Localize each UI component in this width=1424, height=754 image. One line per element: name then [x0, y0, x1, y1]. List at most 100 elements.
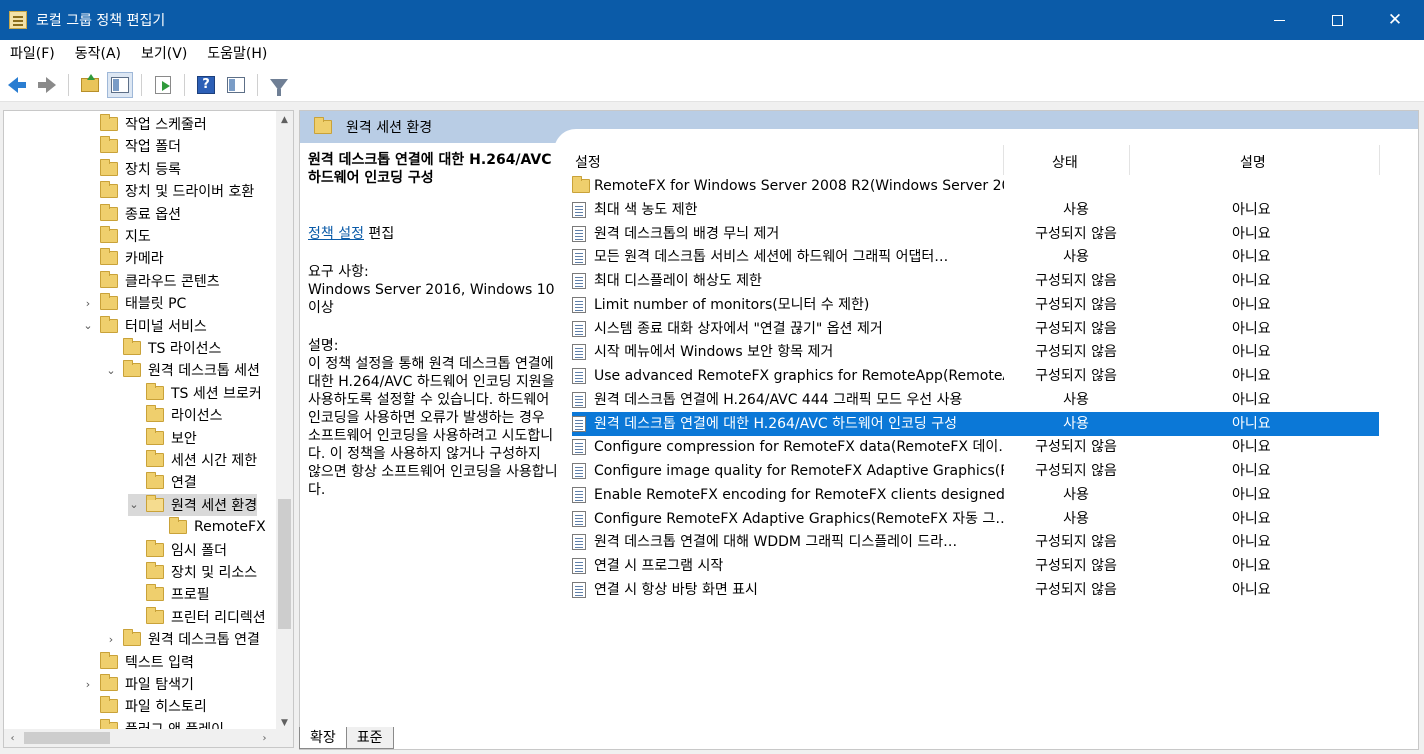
- tree-item[interactable]: 장치 등록: [82, 158, 181, 180]
- collapse-chevron-icon[interactable]: ⌄: [105, 364, 117, 377]
- setting-state: 구성되지 않음: [1035, 368, 1117, 384]
- setting-row[interactable]: 연결 시 프로그램 시작 구성되지 않음 아니요: [572, 554, 1379, 578]
- tree-item[interactable]: 작업 폴더: [82, 135, 181, 157]
- tree-item[interactable]: 프린터 리디렉션: [128, 606, 266, 628]
- tree-vertical-scrollbar[interactable]: ▲ ▼: [276, 111, 293, 731]
- menu-help[interactable]: 도움말(H): [197, 40, 277, 68]
- tree-horizontal-scrollbar[interactable]: ‹ ›: [4, 729, 293, 747]
- show-hide-tree-button[interactable]: [107, 71, 133, 98]
- setting-row[interactable]: 시작 메뉴에서 Windows 보안 항목 제거 구성되지 않음 아니요: [572, 340, 1379, 364]
- setting-row[interactable]: 모든 원격 데스크톱 서비스 세션에 하드웨어 그래픽 어댑터… 사용 아니요: [572, 245, 1379, 269]
- edit-policy-link[interactable]: 정책 설정: [308, 226, 364, 242]
- menu-action[interactable]: 동작(A): [65, 40, 131, 68]
- tree-item[interactable]: 종료 옵션: [82, 203, 181, 225]
- expand-chevron-icon[interactable]: ›: [82, 297, 94, 310]
- column-divider[interactable]: [1379, 145, 1380, 175]
- menu-view[interactable]: 보기(V): [131, 40, 197, 68]
- setting-row[interactable]: 연결 시 항상 바탕 화면 표시 구성되지 않음 아니요: [572, 578, 1379, 602]
- folder-icon: [146, 405, 164, 423]
- setting-name: Configure image quality for RemoteFX Ada…: [594, 463, 1004, 479]
- tree-item[interactable]: 보안: [128, 427, 197, 449]
- expand-chevron-icon[interactable]: ›: [82, 678, 94, 691]
- setting-row[interactable]: 시스템 종료 대화 상자에서 "연결 끊기" 옵션 제거 구성되지 않음 아니요: [572, 317, 1379, 341]
- setting-row[interactable]: Configure RemoteFX Adaptive Graphics(Rem…: [572, 507, 1379, 531]
- collapse-chevron-icon[interactable]: ⌄: [82, 319, 94, 332]
- tree-item[interactable]: 장치 및 리소스: [128, 561, 257, 583]
- forward-button[interactable]: [34, 72, 60, 98]
- tree-item-label: 파일 탐색기: [125, 677, 194, 693]
- setting-name: RemoteFX for Windows Server 2008 R2(Wind…: [594, 178, 1004, 194]
- setting-row[interactable]: 원격 데스크톱의 배경 무늬 제거 구성되지 않음 아니요: [572, 222, 1379, 246]
- expand-chevron-icon[interactable]: ›: [105, 633, 117, 646]
- tree-item[interactable]: ⌄ 터미널 서비스: [82, 315, 207, 337]
- minimize-button[interactable]: [1250, 0, 1308, 40]
- tree-item[interactable]: 텍스트 입력: [82, 651, 194, 673]
- tree-item[interactable]: ⌄ 원격 데스크톱 세션: [105, 359, 260, 381]
- scroll-left-icon[interactable]: ‹: [4, 729, 21, 747]
- tab-extended[interactable]: 확장: [299, 727, 347, 749]
- tree-item[interactable]: 프로필: [128, 583, 210, 605]
- tree-item[interactable]: › 파일 탐색기: [82, 673, 194, 695]
- tree-item[interactable]: 세션 시간 제한: [128, 449, 257, 471]
- setting-row[interactable]: Use advanced RemoteFX graphics for Remot…: [572, 364, 1379, 388]
- column-divider[interactable]: [1003, 145, 1004, 175]
- tree-item[interactable]: 연결: [128, 471, 197, 493]
- setting-row[interactable]: Configure image quality for RemoteFX Ada…: [572, 459, 1379, 483]
- scroll-up-icon[interactable]: ▲: [276, 111, 293, 128]
- tree-item[interactable]: 작업 스케줄러: [82, 113, 207, 135]
- folder-icon: [100, 248, 118, 266]
- tree-item[interactable]: 카메라: [82, 247, 164, 269]
- menu-file[interactable]: 파일(F): [0, 40, 65, 68]
- tree-item[interactable]: ⌄ 원격 세션 환경: [128, 493, 258, 516]
- folder-up-icon: [81, 73, 99, 92]
- tree-item[interactable]: 임시 폴더: [128, 539, 227, 561]
- tree-item[interactable]: TS 라이선스: [105, 337, 221, 359]
- collapse-chevron-icon[interactable]: ⌄: [128, 498, 140, 511]
- scroll-right-icon[interactable]: ›: [256, 729, 273, 747]
- close-button[interactable]: ✕: [1366, 0, 1424, 40]
- toolbar-separator: [141, 73, 142, 96]
- setting-row[interactable]: 원격 데스크톱 연결에 대한 H.264/AVC 하드웨어 인코딩 구성 사용 아니…: [572, 411, 1379, 436]
- tree-item-label: 작업 폴더: [125, 139, 181, 156]
- column-divider[interactable]: [1129, 145, 1130, 175]
- tree-item-label: 프린터 리디렉션: [171, 609, 266, 626]
- tree-item[interactable]: RemoteFX: [151, 516, 266, 538]
- tree-item[interactable]: 지도: [82, 225, 151, 247]
- setting-row[interactable]: Enable RemoteFX encoding for RemoteFX cl…: [572, 483, 1379, 507]
- tab-standard[interactable]: 표준: [345, 727, 394, 749]
- tree-item-label: 카메라: [125, 251, 164, 268]
- tree-item[interactable]: 파일 히스토리: [82, 695, 207, 717]
- setting-row[interactable]: RemoteFX for Windows Server 2008 R2(Wind…: [572, 174, 1379, 198]
- setting-row[interactable]: Configure compression for RemoteFX data(…: [572, 435, 1379, 459]
- column-header-name[interactable]: 설정: [575, 147, 601, 177]
- tree-item[interactable]: › 태블릿 PC: [82, 292, 186, 314]
- column-header-state[interactable]: 상태: [1052, 147, 1078, 177]
- setting-row[interactable]: 최대 색 농도 제한 사용 아니요: [572, 198, 1379, 222]
- setting-row[interactable]: 원격 데스크톱 연결에 H.264/AVC 444 그래픽 모드 우선 사용 사용…: [572, 388, 1379, 412]
- policy-setting-icon: [572, 225, 586, 242]
- tree-item[interactable]: 장치 및 드라이버 호환: [82, 180, 254, 202]
- maximize-button[interactable]: [1308, 0, 1366, 40]
- tree-item-label: 원격 데스크톱 세션: [148, 363, 260, 380]
- up-level-button[interactable]: [77, 72, 103, 98]
- filter-button[interactable]: [266, 72, 292, 98]
- setting-row[interactable]: 최대 디스플레이 해상도 제한 구성되지 않음 아니요: [572, 269, 1379, 293]
- setting-state: 구성되지 않음: [1035, 320, 1117, 337]
- setting-state: 사용: [1063, 510, 1089, 527]
- scroll-thumb[interactable]: [24, 732, 110, 744]
- back-button[interactable]: [4, 72, 30, 98]
- tree-item[interactable]: › 원격 데스크톱 연결: [105, 628, 260, 650]
- setting-row[interactable]: Limit number of monitors(모니터 수 제한) 구성되지 않…: [572, 293, 1379, 317]
- help-button[interactable]: ?: [193, 72, 219, 98]
- tree-item[interactable]: 라이선스: [128, 404, 223, 426]
- export-list-button[interactable]: [150, 72, 176, 98]
- column-header-comment[interactable]: 설명: [1240, 147, 1266, 177]
- scroll-thumb[interactable]: [278, 499, 291, 629]
- setting-row[interactable]: 원격 데스크톱 연결에 대해 WDDM 그래픽 디스플레이 드라… 구성되지 않음…: [572, 530, 1379, 554]
- properties-panel-button[interactable]: [223, 72, 249, 98]
- tree-pane[interactable]: 작업 스케줄러작업 폴더장치 등록 장치 및 드라이버 호환 종료 옵션 지도카메라클…: [3, 110, 294, 748]
- tree-item[interactable]: 클라우드 콘텐츠: [82, 270, 220, 292]
- tree-item[interactable]: TS 세션 브로커: [128, 382, 262, 404]
- setting-state: 구성되지 않음: [1035, 296, 1117, 313]
